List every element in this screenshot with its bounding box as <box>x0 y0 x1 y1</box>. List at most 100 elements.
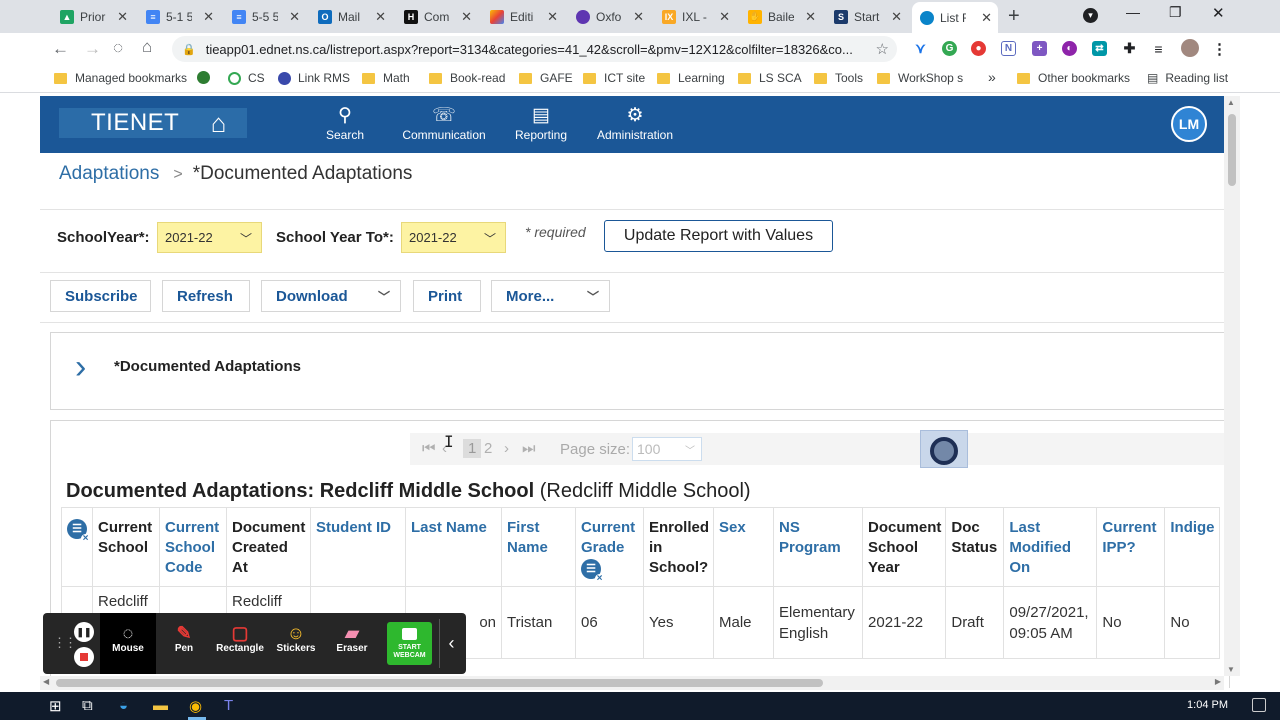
scroll-thumb[interactable] <box>1228 114 1236 186</box>
bookmark-other[interactable]: Other bookmarks <box>1017 71 1130 85</box>
kebab-menu-icon[interactable]: ⋮ <box>1212 41 1227 58</box>
close-tab-icon[interactable]: ✕ <box>547 9 558 25</box>
home-icon[interactable]: ⌂ <box>142 37 152 57</box>
close-tab-icon[interactable]: ✕ <box>633 9 644 25</box>
extension-icon[interactable]: ⇄ <box>1092 41 1107 56</box>
forward-icon[interactable]: → <box>84 39 101 59</box>
refresh-button[interactable]: Refresh <box>162 280 250 312</box>
browser-tab[interactable]: Oxfo ✕ <box>568 4 650 29</box>
column-filter-header[interactable]: ☰ <box>61 507 93 587</box>
extension-icon[interactable]: ● <box>971 41 986 56</box>
column-header[interactable]: Last Modified On <box>1003 507 1098 587</box>
taskbar-clock[interactable]: 1:04 PM <box>1187 699 1228 711</box>
minimize-icon[interactable]: — <box>1126 4 1140 20</box>
bookmark-tools[interactable]: Tools <box>814 71 863 85</box>
column-header[interactable]: Enrolled in School? <box>642 507 715 587</box>
close-tab-icon[interactable]: ✕ <box>289 9 300 25</box>
breadcrumb-adaptations-link[interactable]: Adaptations <box>59 163 159 184</box>
column-header[interactable]: Document School Year <box>862 507 947 587</box>
browser-tab[interactable]: ≡ 5-1 5 ✕ <box>138 4 220 29</box>
bookmark-ict-site[interactable]: ICT site <box>583 71 645 85</box>
browser-tab[interactable]: S Start ✕ <box>826 4 908 29</box>
tool-pen[interactable]: ✎ Pen <box>156 613 212 674</box>
page-2[interactable]: 2 <box>484 440 492 457</box>
bookmark-link-rms[interactable]: Link RMS <box>278 71 350 85</box>
scroll-down-icon[interactable]: ▼ <box>1227 665 1235 674</box>
bookmark-star-icon[interactable]: ☆ <box>876 40 889 58</box>
column-header[interactable]: Current IPP? <box>1096 507 1166 587</box>
notification-icon[interactable] <box>1252 698 1266 712</box>
column-header-grade[interactable]: Current Grade ☰ <box>575 507 644 587</box>
column-header[interactable]: Document Created At <box>226 507 311 587</box>
windows-start-icon[interactable]: ⊞ <box>49 697 62 715</box>
browser-tab[interactable]: IX IXL - ✕ <box>654 4 736 29</box>
browser-tab[interactable]: ▲ Priori ✕ <box>52 4 134 29</box>
bookmark-ls-sca[interactable]: LS SCA <box>738 71 802 85</box>
bookmark-book-read[interactable]: Book-read <box>429 71 505 85</box>
extension-icon[interactable]: G <box>942 41 957 56</box>
extension-icon[interactable]: ◐ <box>1062 41 1077 56</box>
school-year-to-select[interactable]: 2021-22 ﹀ <box>401 222 506 253</box>
print-button[interactable]: Print <box>413 280 481 312</box>
nav-reporting[interactable]: ▤ Reporting <box>513 104 569 142</box>
drag-handle-icon[interactable]: ⋮⋮ <box>53 635 77 651</box>
close-tab-icon[interactable]: ✕ <box>981 10 992 26</box>
browser-tab[interactable]: H Comp ✕ <box>396 4 478 29</box>
nav-administration[interactable]: ⚙ Administration <box>594 104 676 142</box>
browser-tab[interactable]: ✋ Baile ✕ <box>740 4 822 29</box>
column-header[interactable]: Sex <box>713 507 775 587</box>
tab-search-icon[interactable]: ▾ <box>1083 8 1098 23</box>
user-avatar[interactable]: LM <box>1171 106 1207 142</box>
start-webcam-button[interactable]: START WEBCAM <box>387 622 432 665</box>
address-bar[interactable]: 🔒 tieapp01.ednet.ns.ca/listreport.aspx?r… <box>172 36 897 62</box>
subscribe-button[interactable]: Subscribe <box>50 280 151 312</box>
more-bookmarks-chevron[interactable]: » <box>988 69 996 85</box>
lock-icon[interactable]: 🔒 <box>182 43 196 56</box>
tool-stickers[interactable]: ☺ Stickers <box>268 613 324 674</box>
column-header[interactable]: NS Program <box>773 507 864 587</box>
tool-rectangle[interactable]: ▢ Rectangle <box>212 613 268 674</box>
window-close-icon[interactable]: ✕ <box>1212 4 1225 22</box>
column-header[interactable]: Doc Status <box>945 507 1005 587</box>
close-tab-icon[interactable]: ✕ <box>461 9 472 25</box>
restore-icon[interactable]: ❐ <box>1169 4 1182 21</box>
extension-icon[interactable]: + <box>1032 41 1047 56</box>
bookmark-math[interactable]: Math <box>362 71 410 85</box>
scroll-up-icon[interactable]: ▲ <box>1227 98 1235 107</box>
vertical-scrollbar[interactable]: ▲ ▼ <box>1224 96 1240 676</box>
pause-icon[interactable]: ❚❚ <box>74 622 94 642</box>
file-explorer-icon[interactable]: ▬ <box>153 697 168 714</box>
scroll-thumb[interactable] <box>56 679 823 687</box>
task-view-icon[interactable]: ⧉ <box>82 697 93 714</box>
bookmark-icon-only[interactable] <box>197 71 217 84</box>
media-icon[interactable]: ≡ <box>1151 41 1166 57</box>
tool-eraser[interactable]: ▰ Eraser <box>324 613 380 674</box>
reading-list[interactable]: ▤ Reading list <box>1147 71 1228 85</box>
loading-icon[interactable]: ◌ <box>113 38 123 58</box>
close-tab-icon[interactable]: ✕ <box>203 9 214 25</box>
extension-icon[interactable]: N <box>1001 41 1016 56</box>
new-tab-icon[interactable]: + <box>1008 5 1020 28</box>
browser-tab[interactable]: O Mail ✕ <box>310 4 392 29</box>
scroll-left-icon[interactable]: ◀ <box>43 677 49 686</box>
column-header[interactable]: Indige <box>1164 507 1220 587</box>
chevron-right-icon[interactable]: › <box>75 348 86 387</box>
next-page-icon[interactable]: › <box>504 440 509 457</box>
horizontal-scrollbar[interactable]: ◀ ▶ <box>40 676 1224 690</box>
extension-icon[interactable]: ⋎ <box>913 40 928 56</box>
teams-icon[interactable]: T <box>224 697 233 714</box>
profile-avatar-icon[interactable] <box>1181 39 1199 57</box>
close-tab-icon[interactable]: ✕ <box>117 9 128 25</box>
scroll-right-icon[interactable]: ▶ <box>1215 677 1221 686</box>
column-header[interactable]: Current School <box>92 507 160 587</box>
school-year-select[interactable]: 2021-22 ﹀ <box>157 222 262 253</box>
edge-icon[interactable]: ◒ <box>119 697 128 714</box>
nav-search[interactable]: ⚲ Search <box>325 104 365 142</box>
extensions-puzzle-icon[interactable]: ✚ <box>1122 40 1137 56</box>
bookmark-learning[interactable]: Learning <box>657 71 725 85</box>
browser-tab[interactable]: Editi ✕ <box>482 4 564 29</box>
bookmark-gafe[interactable]: GAFE <box>519 71 573 85</box>
page-size-select[interactable]: 100 ﹀ <box>632 437 702 461</box>
close-tab-icon[interactable]: ✕ <box>805 9 816 25</box>
back-icon[interactable]: ← <box>52 39 69 59</box>
